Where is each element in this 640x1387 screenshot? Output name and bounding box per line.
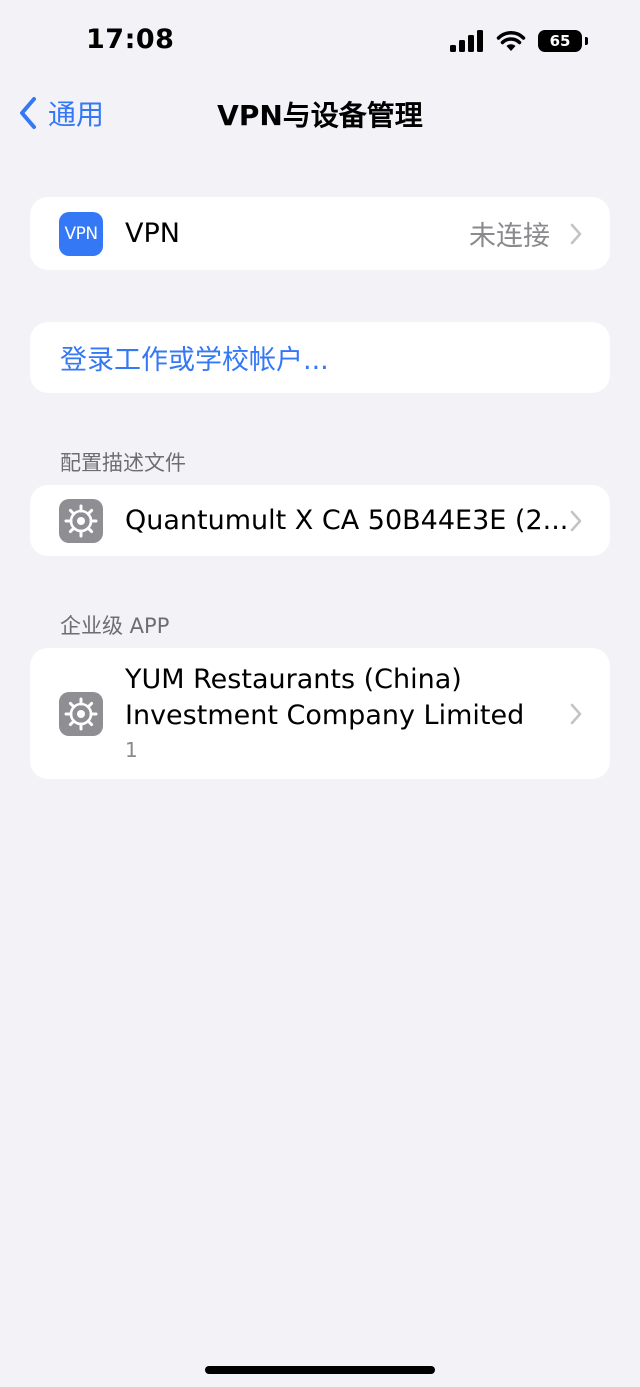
profiles-section-header: 配置描述文件 <box>60 451 186 475</box>
status-bar: 17:08 65 <box>0 0 640 88</box>
battery-indicator: 65 <box>538 30 582 52</box>
wifi-icon <box>496 31 526 51</box>
vpn-label: VPN <box>125 218 180 249</box>
home-indicator[interactable] <box>205 1366 435 1374</box>
enterprise-section-header: 企业级 APP <box>60 614 170 638</box>
status-time: 17:08 <box>86 24 175 55</box>
enterprise-app-count: 1 <box>125 738 138 762</box>
enterprise-app-row[interactable]: YUM Restaurants (China) Investment Compa… <box>30 648 610 779</box>
enterprise-app-name-line1: YUM Restaurants (China) <box>125 664 462 695</box>
page-title: VPN与设备管理 <box>217 99 423 132</box>
battery-level: 65 <box>549 32 571 50</box>
chevron-right-icon <box>570 703 582 724</box>
profiles-card: Quantumult X CA 50B44E3E (2... <box>30 485 610 556</box>
chevron-right-icon <box>570 223 582 244</box>
profile-row[interactable]: Quantumult X CA 50B44E3E (2... <box>30 485 610 556</box>
cellular-signal-icon <box>450 30 483 52</box>
vpn-icon-text: VPN <box>64 223 98 244</box>
enterprise-app-name-line2: Investment Company Limited <box>125 700 525 731</box>
login-card: 登录工作或学校帐户... <box>30 322 610 393</box>
enterprise-app-text: YUM Restaurants (China) Investment Compa… <box>125 662 524 762</box>
chevron-right-icon <box>570 510 582 531</box>
gear-icon <box>64 697 98 730</box>
status-icons: 65 <box>450 30 588 52</box>
vpn-row[interactable]: VPN VPN 未连接 <box>30 197 610 270</box>
enterprise-card: YUM Restaurants (China) Investment Compa… <box>30 648 610 779</box>
settings-gear-icon-box <box>59 691 103 736</box>
battery-cap <box>585 37 588 45</box>
profile-label: Quantumult X CA 50B44E3E (2... <box>125 505 569 536</box>
vpn-status: 未连接 <box>469 221 550 252</box>
vpn-icon: VPN <box>59 211 103 256</box>
login-row[interactable]: 登录工作或学校帐户... <box>30 322 610 393</box>
login-work-school-account-link[interactable]: 登录工作或学校帐户... <box>60 338 329 377</box>
navigation-bar: 通用 VPN与设备管理 <box>0 88 640 136</box>
settings-gear-icon-box <box>59 498 103 543</box>
vpn-card: VPN VPN 未连接 <box>30 197 610 270</box>
gear-icon <box>64 504 98 537</box>
